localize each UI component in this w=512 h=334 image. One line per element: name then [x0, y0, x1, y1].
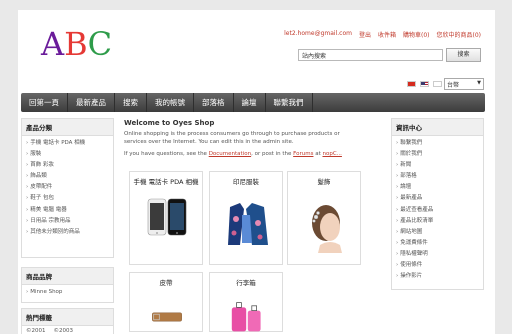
nav-home[interactable]: 回第一頁 [21, 93, 68, 112]
intro-paragraph: Online shopping is the process consumers… [124, 131, 340, 145]
category-tile-title: 行李箱 [236, 279, 256, 287]
information-title: 資訊中心 [392, 119, 483, 136]
category-tile-luggage[interactable]: 行李箱 [209, 272, 283, 332]
chevron-down-icon: ▼ [477, 80, 481, 86]
category-item[interactable]: 皮帶配件 [26, 182, 109, 193]
category-tile-hair-accessories[interactable]: 髮飾 [287, 171, 361, 265]
currency-select[interactable]: 台幣 ▼ [444, 78, 484, 90]
top-nav: 回第一頁 最新產品 搜索 我的帳號 部落格 論壇 聯繫我們 [21, 93, 485, 112]
logo[interactable]: ABC [41, 28, 112, 60]
forums-link[interactable]: Forums [293, 151, 313, 157]
help-paragraph: If you have questions, see the Documenta… [124, 150, 352, 158]
logout-link[interactable]: 登出 [359, 30, 371, 39]
category-item[interactable]: 首飾 彩妝 [26, 160, 109, 171]
phones-image [147, 198, 187, 236]
category-item[interactable]: 鞋子 包包 [26, 193, 109, 204]
documentation-link[interactable]: Documentation [209, 151, 251, 157]
nav-forum[interactable]: 論壇 [234, 93, 266, 112]
info-item[interactable]: 新聞 [396, 160, 479, 171]
nav-blog[interactable]: 部落格 [194, 93, 234, 112]
categories-box: 產品分類 手機 電話卡 PDA 相機 服裝 首飾 彩妝 飾品類 皮帶配件 鞋子 … [21, 118, 114, 258]
category-tile-title: 手機 電話卡 PDA 相機 [133, 178, 199, 186]
info-item[interactable]: 部落格 [396, 171, 479, 182]
chinese-flag-icon[interactable] [407, 81, 416, 87]
language-selector [407, 81, 442, 87]
nav-contact[interactable]: 聯繫我們 [266, 93, 313, 112]
category-tile-phones[interactable]: 手機 電話卡 PDA 相機 [129, 171, 203, 265]
logo-letter-a: A [41, 25, 65, 63]
info-item[interactable]: 使用條件 [396, 260, 479, 271]
manufacturer-item[interactable]: Minne Shop [26, 287, 109, 298]
cart-link[interactable]: 購物車(0) [403, 30, 430, 39]
category-tile-title: 髮飾 [317, 178, 331, 186]
logo-letter-c: C [87, 25, 113, 63]
category-item[interactable]: 日用品 宗教用品 [26, 216, 109, 227]
category-tile-title: 皮帶 [159, 279, 173, 287]
info-item[interactable]: 產品比較清單 [396, 216, 479, 227]
nav-my-account[interactable]: 我的帳號 [147, 93, 194, 112]
info-item[interactable]: 網站地圖 [396, 227, 479, 238]
info-item[interactable]: 論壇 [396, 182, 479, 193]
header-links: let2.home@gmail.com 登出 收件箱 購物車(0) 您欣中的商品… [284, 30, 481, 39]
category-tile-belts[interactable]: 皮帶 [129, 272, 203, 332]
categories-title: 產品分類 [22, 119, 113, 136]
us-flag-icon[interactable] [420, 81, 429, 87]
logo-letter-b: B [64, 25, 88, 63]
tags-title: 熱門標籤 [22, 309, 113, 326]
information-box: 資訊中心 聯繫我們 關於我們 新聞 部落格 論壇 最新產品 最近查看產品 產品比… [391, 118, 484, 290]
search-input[interactable] [298, 49, 443, 61]
info-item[interactable]: 最近查看產品 [396, 205, 479, 216]
info-item[interactable]: 關於我們 [396, 149, 479, 160]
currency-value: 台幣 [447, 82, 460, 89]
nav-search[interactable]: 搜索 [115, 93, 147, 112]
nopc-link[interactable]: nopC... [322, 151, 341, 157]
tag-link[interactable]: ©2003 [54, 328, 74, 334]
category-tile-title: 印尼服裝 [233, 178, 259, 186]
tags-box: 熱門標籤 ©2001 ©2003 [21, 308, 114, 334]
tag-link[interactable]: ©2001 [26, 328, 46, 334]
manufacturers-box: 商品品牌 Minne Shop [21, 267, 114, 303]
account-email-link[interactable]: let2.home@gmail.com [284, 30, 352, 39]
category-item[interactable]: 其他未分類別的商品 [26, 227, 109, 238]
info-item[interactable]: 聯繫我們 [396, 138, 479, 149]
wishlist-link[interactable]: 您欣中的商品(0) [437, 30, 482, 39]
belt-image [152, 312, 182, 322]
info-item[interactable]: 最新產品 [396, 193, 479, 204]
info-item[interactable]: 免運費條件 [396, 238, 479, 249]
category-item[interactable]: 服裝 [26, 149, 109, 160]
category-item[interactable]: 手機 電話卡 PDA 相機 [26, 138, 109, 149]
category-item[interactable]: 飾品類 [26, 171, 109, 182]
manufacturers-title: 商品品牌 [22, 268, 113, 285]
luggage-image [231, 302, 261, 332]
welcome-title: Welcome to Oyes Shop [124, 119, 215, 127]
info-item[interactable]: 操作影片 [396, 271, 479, 282]
inbox-link[interactable]: 收件箱 [378, 30, 396, 39]
info-item[interactable]: 隱私權聲明 [396, 249, 479, 260]
help-text-prefix: If you have questions, see the [124, 151, 209, 157]
page: ABC let2.home@gmail.com 登出 收件箱 購物車(0) 您欣… [18, 10, 495, 334]
clothing-image [222, 195, 272, 253]
category-tile-clothing[interactable]: 印尼服裝 [209, 171, 283, 265]
blank-flag-icon[interactable] [433, 81, 442, 87]
search-button[interactable]: 搜索 [446, 48, 481, 62]
hair-accessories-image [312, 205, 342, 253]
nav-new-products[interactable]: 最新產品 [68, 93, 115, 112]
help-text-middle: , or post in the [251, 151, 294, 157]
category-item[interactable]: 精美 電腦 電器 [26, 205, 109, 216]
